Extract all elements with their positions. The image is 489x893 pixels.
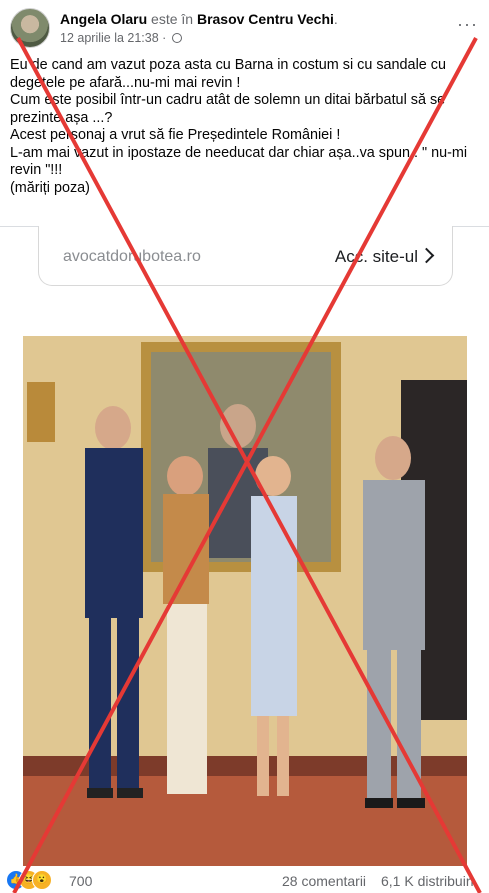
post-header: Angela Olaru este în Brasov Centru Vechi… — [10, 6, 480, 50]
post-text-line: Eu de cand am vazut poza asta cu Barna i… — [10, 57, 446, 91]
shares-count[interactable]: 6,1 K distribuiri — [381, 873, 474, 889]
photo-illustration — [23, 336, 467, 866]
author-name[interactable]: Angela Olaru — [60, 11, 147, 27]
link-domain: avocatdorubotea.ro — [63, 248, 201, 265]
post-text-line: L-am mai vazut in ipostaze de needucat d… — [10, 144, 468, 179]
post-text-line: (măriți poza) — [10, 179, 90, 196]
post-meta: 12 aprilie la 21:38 · — [60, 31, 182, 45]
reaction-count[interactable]: 700 — [69, 873, 92, 889]
location-link[interactable]: Brasov Centru Vechi — [197, 11, 334, 27]
post-timestamp[interactable]: 12 aprilie la 21:38 — [60, 31, 159, 45]
meta-separator: · — [162, 31, 167, 45]
location-suffix: . — [333, 11, 338, 27]
post-text-line: Acest personaj a vrut să fie Președintel… — [10, 127, 341, 143]
visit-site-button[interactable]: Acc. site-ul — [335, 247, 418, 267]
connector-text: este în — [151, 11, 194, 27]
post-author-line: Angela Olaru este în Brasov Centru Vechi… — [60, 11, 338, 27]
more-icon[interactable]: ··· — [457, 14, 478, 35]
link-preview-card[interactable]: avocatdorubotea.ro Acc. site-ul — [38, 226, 453, 286]
chevron-right-icon — [418, 247, 435, 264]
comments-count[interactable]: 28 comentarii — [282, 873, 366, 889]
post-photo[interactable] — [23, 336, 467, 866]
post-text-line: Cum este posibil într-un cadru atât de s… — [10, 92, 446, 126]
wow-reaction-icon: 😮 — [32, 870, 52, 890]
post-text: Eu de cand am vazut poza asta cu Barna i… — [10, 57, 482, 197]
avatar[interactable] — [10, 8, 50, 48]
globe-icon — [171, 33, 182, 43]
